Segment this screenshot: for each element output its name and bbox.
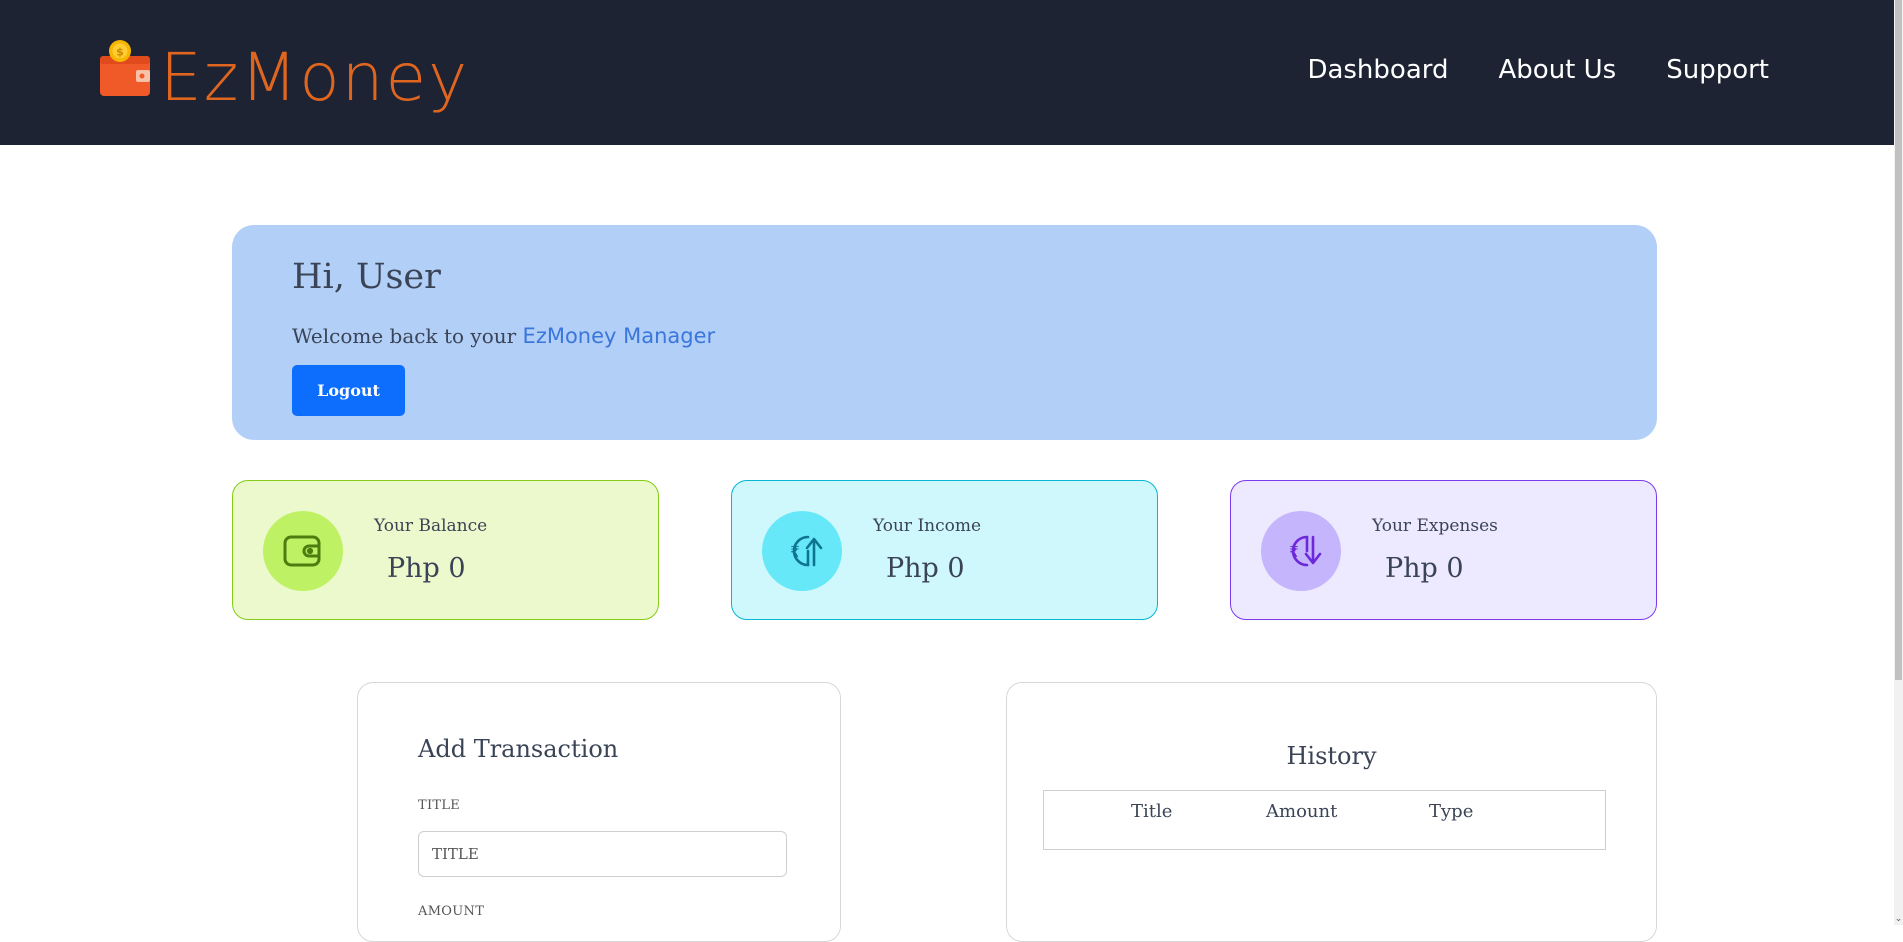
- income-icon-circle: ₹: [762, 511, 842, 591]
- wallet-coin-icon: $: [100, 40, 150, 96]
- nav-menu: Dashboard About Us Support: [1307, 50, 1769, 90]
- history-table: Title Amount Type: [1043, 790, 1606, 850]
- balance-icon-circle: [263, 511, 343, 591]
- expenses-label: Your Expenses: [1372, 516, 1498, 536]
- nav-link-support[interactable]: Support: [1666, 50, 1769, 90]
- scroll-down-arrow-icon[interactable]: ⌄: [1894, 913, 1903, 925]
- add-transaction-title: Add Transaction: [418, 735, 619, 763]
- greeting-heading: Hi, User: [292, 257, 441, 297]
- balance-label: Your Balance: [374, 516, 488, 536]
- logout-button[interactable]: Logout: [292, 365, 405, 416]
- title-field-label: TITLE: [418, 798, 461, 813]
- income-label: Your Income: [873, 516, 982, 536]
- add-transaction-panel: Add Transaction TITLE AMOUNT: [357, 682, 841, 942]
- scrollbar-thumb[interactable]: [1895, 0, 1902, 680]
- income-card: ₹ Your Income Php 0: [731, 480, 1158, 620]
- rupee-up-icon: ₹: [790, 535, 823, 567]
- nav-link-dashboard[interactable]: Dashboard: [1307, 50, 1448, 90]
- svg-text:₹: ₹: [1289, 543, 1299, 561]
- welcome-message-brand: EzMoney Manager: [522, 324, 716, 348]
- welcome-message: Welcome back to your EzMoney Manager: [292, 324, 715, 348]
- expenses-value: Php 0: [1385, 553, 1464, 584]
- welcome-banner: Hi, User Welcome back to your EzMoney Ma…: [232, 225, 1657, 440]
- history-panel: History Title Amount Type: [1006, 682, 1657, 942]
- expenses-card: ₹ Your Expenses Php 0: [1230, 480, 1657, 620]
- brand-name: EzMoney: [160, 39, 470, 116]
- svg-text:$: $: [116, 46, 124, 59]
- balance-card: Your Balance Php 0: [232, 480, 659, 620]
- expenses-icon-circle: ₹: [1261, 511, 1341, 591]
- amount-field-label: AMOUNT: [418, 904, 485, 919]
- wallet-icon: [283, 535, 321, 567]
- income-value: Php 0: [886, 553, 965, 584]
- page-scrollbar[interactable]: ⌄: [1894, 0, 1903, 925]
- history-column-amount: Amount: [1266, 801, 1338, 822]
- history-title: History: [1286, 742, 1377, 770]
- history-column-title: Title: [1131, 801, 1173, 822]
- title-input[interactable]: [418, 831, 787, 877]
- nav-link-about-us[interactable]: About Us: [1499, 50, 1617, 90]
- rupee-down-icon: ₹: [1289, 535, 1322, 567]
- balance-value: Php 0: [387, 553, 466, 584]
- history-column-type: Type: [1429, 801, 1474, 822]
- welcome-message-prefix: Welcome back to your: [292, 324, 523, 348]
- svg-text:₹: ₹: [790, 543, 800, 561]
- navbar: $ EzMoney Dashboard About Us Support: [0, 0, 1894, 145]
